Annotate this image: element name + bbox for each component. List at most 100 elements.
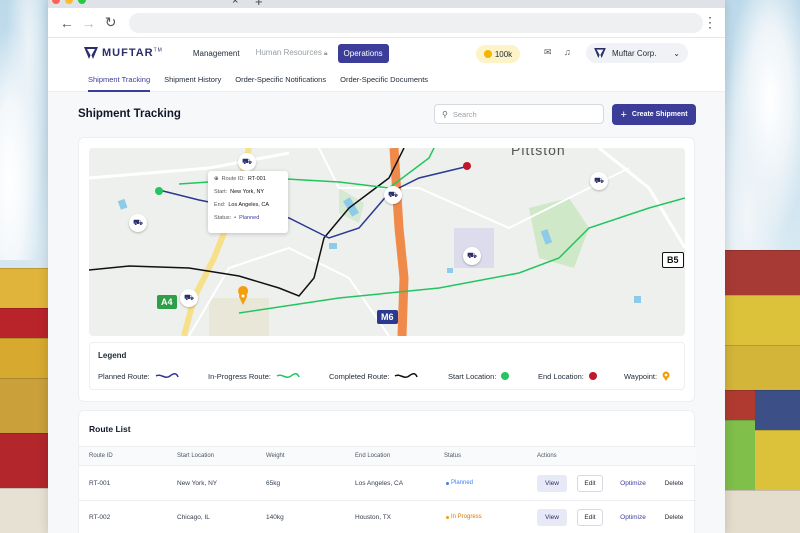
- address-bar: ← → ↻ ⋮: [48, 8, 725, 38]
- start-location: Chicago, IL: [177, 514, 210, 521]
- status-dot-icon: [446, 481, 449, 485]
- tooltip-end: Los Angeles, CA: [228, 202, 269, 208]
- legend-in-progress: In-Progress Route:: [208, 372, 329, 381]
- truck-marker[interactable]: ⛟: [384, 186, 402, 204]
- nav-operations[interactable]: Operations: [337, 43, 389, 63]
- forward-icon[interactable]: →: [78, 15, 100, 31]
- col-actions: Actions: [537, 453, 557, 459]
- coin-balance[interactable]: 100k: [476, 45, 520, 63]
- mail-icon[interactable]: ✉: [544, 47, 552, 58]
- chevron-down-icon: ⌄: [673, 48, 680, 58]
- legend-completed-label: Completed Route:: [329, 371, 390, 381]
- url-field[interactable]: [129, 12, 703, 33]
- route-map[interactable]: Pittston ⛟ ⛟ ⛟ ⛟ ⛟ ⛟ A4 M6 B5 ⊕ Route ID:…: [89, 148, 685, 336]
- legend-end: End Location:: [538, 372, 624, 381]
- search-input[interactable]: [452, 109, 583, 119]
- reload-icon[interactable]: ↻: [100, 14, 122, 31]
- col-end-location: End Location: [355, 453, 391, 459]
- status-dot-icon: •: [234, 215, 237, 221]
- sub-nav: Shipment Tracking Shipment History Order…: [48, 68, 725, 92]
- logo[interactable]: MUFTARTM: [84, 47, 163, 59]
- tooltip-end-label: End:: [214, 202, 226, 208]
- company-name: Muftar Corp.: [612, 48, 657, 58]
- tooltip-start-label: Start:: [214, 189, 228, 195]
- coin-icon: [483, 50, 492, 58]
- tooltip-route-id: RT-001: [247, 176, 266, 182]
- main-nav: Management Human Resources 🔒︎ Operations: [187, 43, 389, 63]
- legend-waypoint: Waypoint:: [624, 371, 670, 381]
- close-window-icon[interactable]: [52, 0, 60, 4]
- nav-human-resources[interactable]: Human Resources 🔒︎: [250, 43, 334, 63]
- nav-management[interactable]: Management: [187, 44, 246, 63]
- tab-shipment-history[interactable]: Shipment History: [164, 68, 221, 92]
- truck-marker[interactable]: ⛟: [129, 214, 147, 232]
- optimize-button[interactable]: Optimize: [615, 475, 651, 492]
- weight: 65kg: [266, 480, 281, 487]
- view-button[interactable]: View: [537, 475, 567, 492]
- legend-start-label: Start Location:: [448, 371, 497, 381]
- tab-strip: × +: [48, 0, 725, 9]
- view-button[interactable]: View: [537, 509, 567, 526]
- delete-button[interactable]: Delete: [659, 475, 689, 492]
- tooltip-status-label: Status:: [214, 215, 232, 221]
- close-tab-icon[interactable]: ×: [232, 0, 238, 7]
- planned-route-swatch-icon: [155, 373, 179, 379]
- truck-marker[interactable]: ⛟: [463, 247, 481, 265]
- status-text: Planned: [451, 480, 474, 486]
- route-icon: ⊕: [214, 176, 219, 182]
- truck-marker[interactable]: ⛟: [180, 289, 198, 307]
- weight: 140kg: [266, 514, 284, 521]
- start-location-dot-icon: [501, 372, 510, 380]
- completed-route-swatch-icon: [395, 373, 419, 379]
- table-row: RT-001 New York, NY 65kg Los Angeles, CA…: [79, 467, 696, 501]
- tab-order-documents[interactable]: Order-Specific Documents: [340, 68, 428, 92]
- truck-marker[interactable]: ⛟: [238, 153, 256, 171]
- window-controls: [52, 0, 86, 4]
- app-header: MUFTARTM Management Human Resources 🔒︎ Op…: [48, 38, 725, 68]
- legend-planned-label: Planned Route:: [98, 371, 150, 381]
- logo-text: MUFTARTM: [102, 47, 163, 59]
- route-tooltip: ⊕ Route ID: RT-001 Start: New York, NY End:…: [208, 171, 288, 233]
- background-containers-right: [725, 250, 800, 533]
- status-badge: Planned: [446, 480, 473, 486]
- road-label-a4: A4: [157, 295, 177, 309]
- background-containers-left: [0, 260, 48, 533]
- edit-button[interactable]: Edit: [577, 475, 603, 492]
- end-location-dot-icon: [588, 372, 597, 380]
- legend-completed: Completed Route:: [329, 372, 448, 381]
- tooltip-start: New York, NY: [230, 189, 265, 195]
- bell-icon[interactable]: ♫: [564, 47, 571, 57]
- page-title: Shipment Tracking: [78, 108, 181, 120]
- status-dot-icon: [446, 515, 449, 519]
- col-status: Status: [444, 453, 462, 459]
- legend-planned: Planned Route:: [98, 372, 208, 381]
- end-location: Los Angeles, CA: [355, 480, 404, 487]
- end-location: Houston, TX: [355, 514, 392, 521]
- col-start-location: Start Location: [177, 453, 215, 459]
- company-switcher[interactable]: Muftar Corp. ⌄: [586, 43, 688, 63]
- background-sky-left: [0, 0, 48, 260]
- edit-button[interactable]: Edit: [577, 509, 603, 526]
- coin-amount: 100k: [494, 49, 513, 59]
- new-tab-icon[interactable]: +: [255, 0, 263, 9]
- browser-window: × + ← → ↻ ⋮ MUFTARTM Management Human Re…: [48, 0, 725, 533]
- back-icon[interactable]: ←: [56, 15, 78, 31]
- route-list-title: Route List: [89, 424, 131, 434]
- tab-order-notifications[interactable]: Order-Specific Notifications: [235, 68, 326, 92]
- optimize-button[interactable]: Optimize: [615, 509, 651, 526]
- maximize-window-icon[interactable]: [78, 0, 86, 4]
- lock-icon: 🔒︎: [323, 50, 328, 57]
- legend-title: Legend: [98, 351, 127, 360]
- legend-waypoint-label: Waypoint:: [624, 371, 658, 381]
- search-box[interactable]: ⚲: [434, 104, 604, 124]
- tooltip-route-id-label: Route ID:: [221, 176, 245, 182]
- truck-marker[interactable]: ⛟: [590, 172, 608, 190]
- main-content: Shipment Tracking ⚲ + Create Shipment: [48, 92, 725, 533]
- tab-shipment-tracking[interactable]: Shipment Tracking: [88, 68, 151, 92]
- status-text: In Progress: [451, 514, 482, 520]
- minimize-window-icon[interactable]: [65, 0, 73, 4]
- legend-items: Planned Route: In-Progress Route: Comple…: [98, 371, 670, 381]
- create-shipment-button[interactable]: + Create Shipment: [612, 104, 696, 125]
- delete-button[interactable]: Delete: [659, 509, 689, 526]
- browser-menu-icon[interactable]: ⋮: [703, 14, 717, 31]
